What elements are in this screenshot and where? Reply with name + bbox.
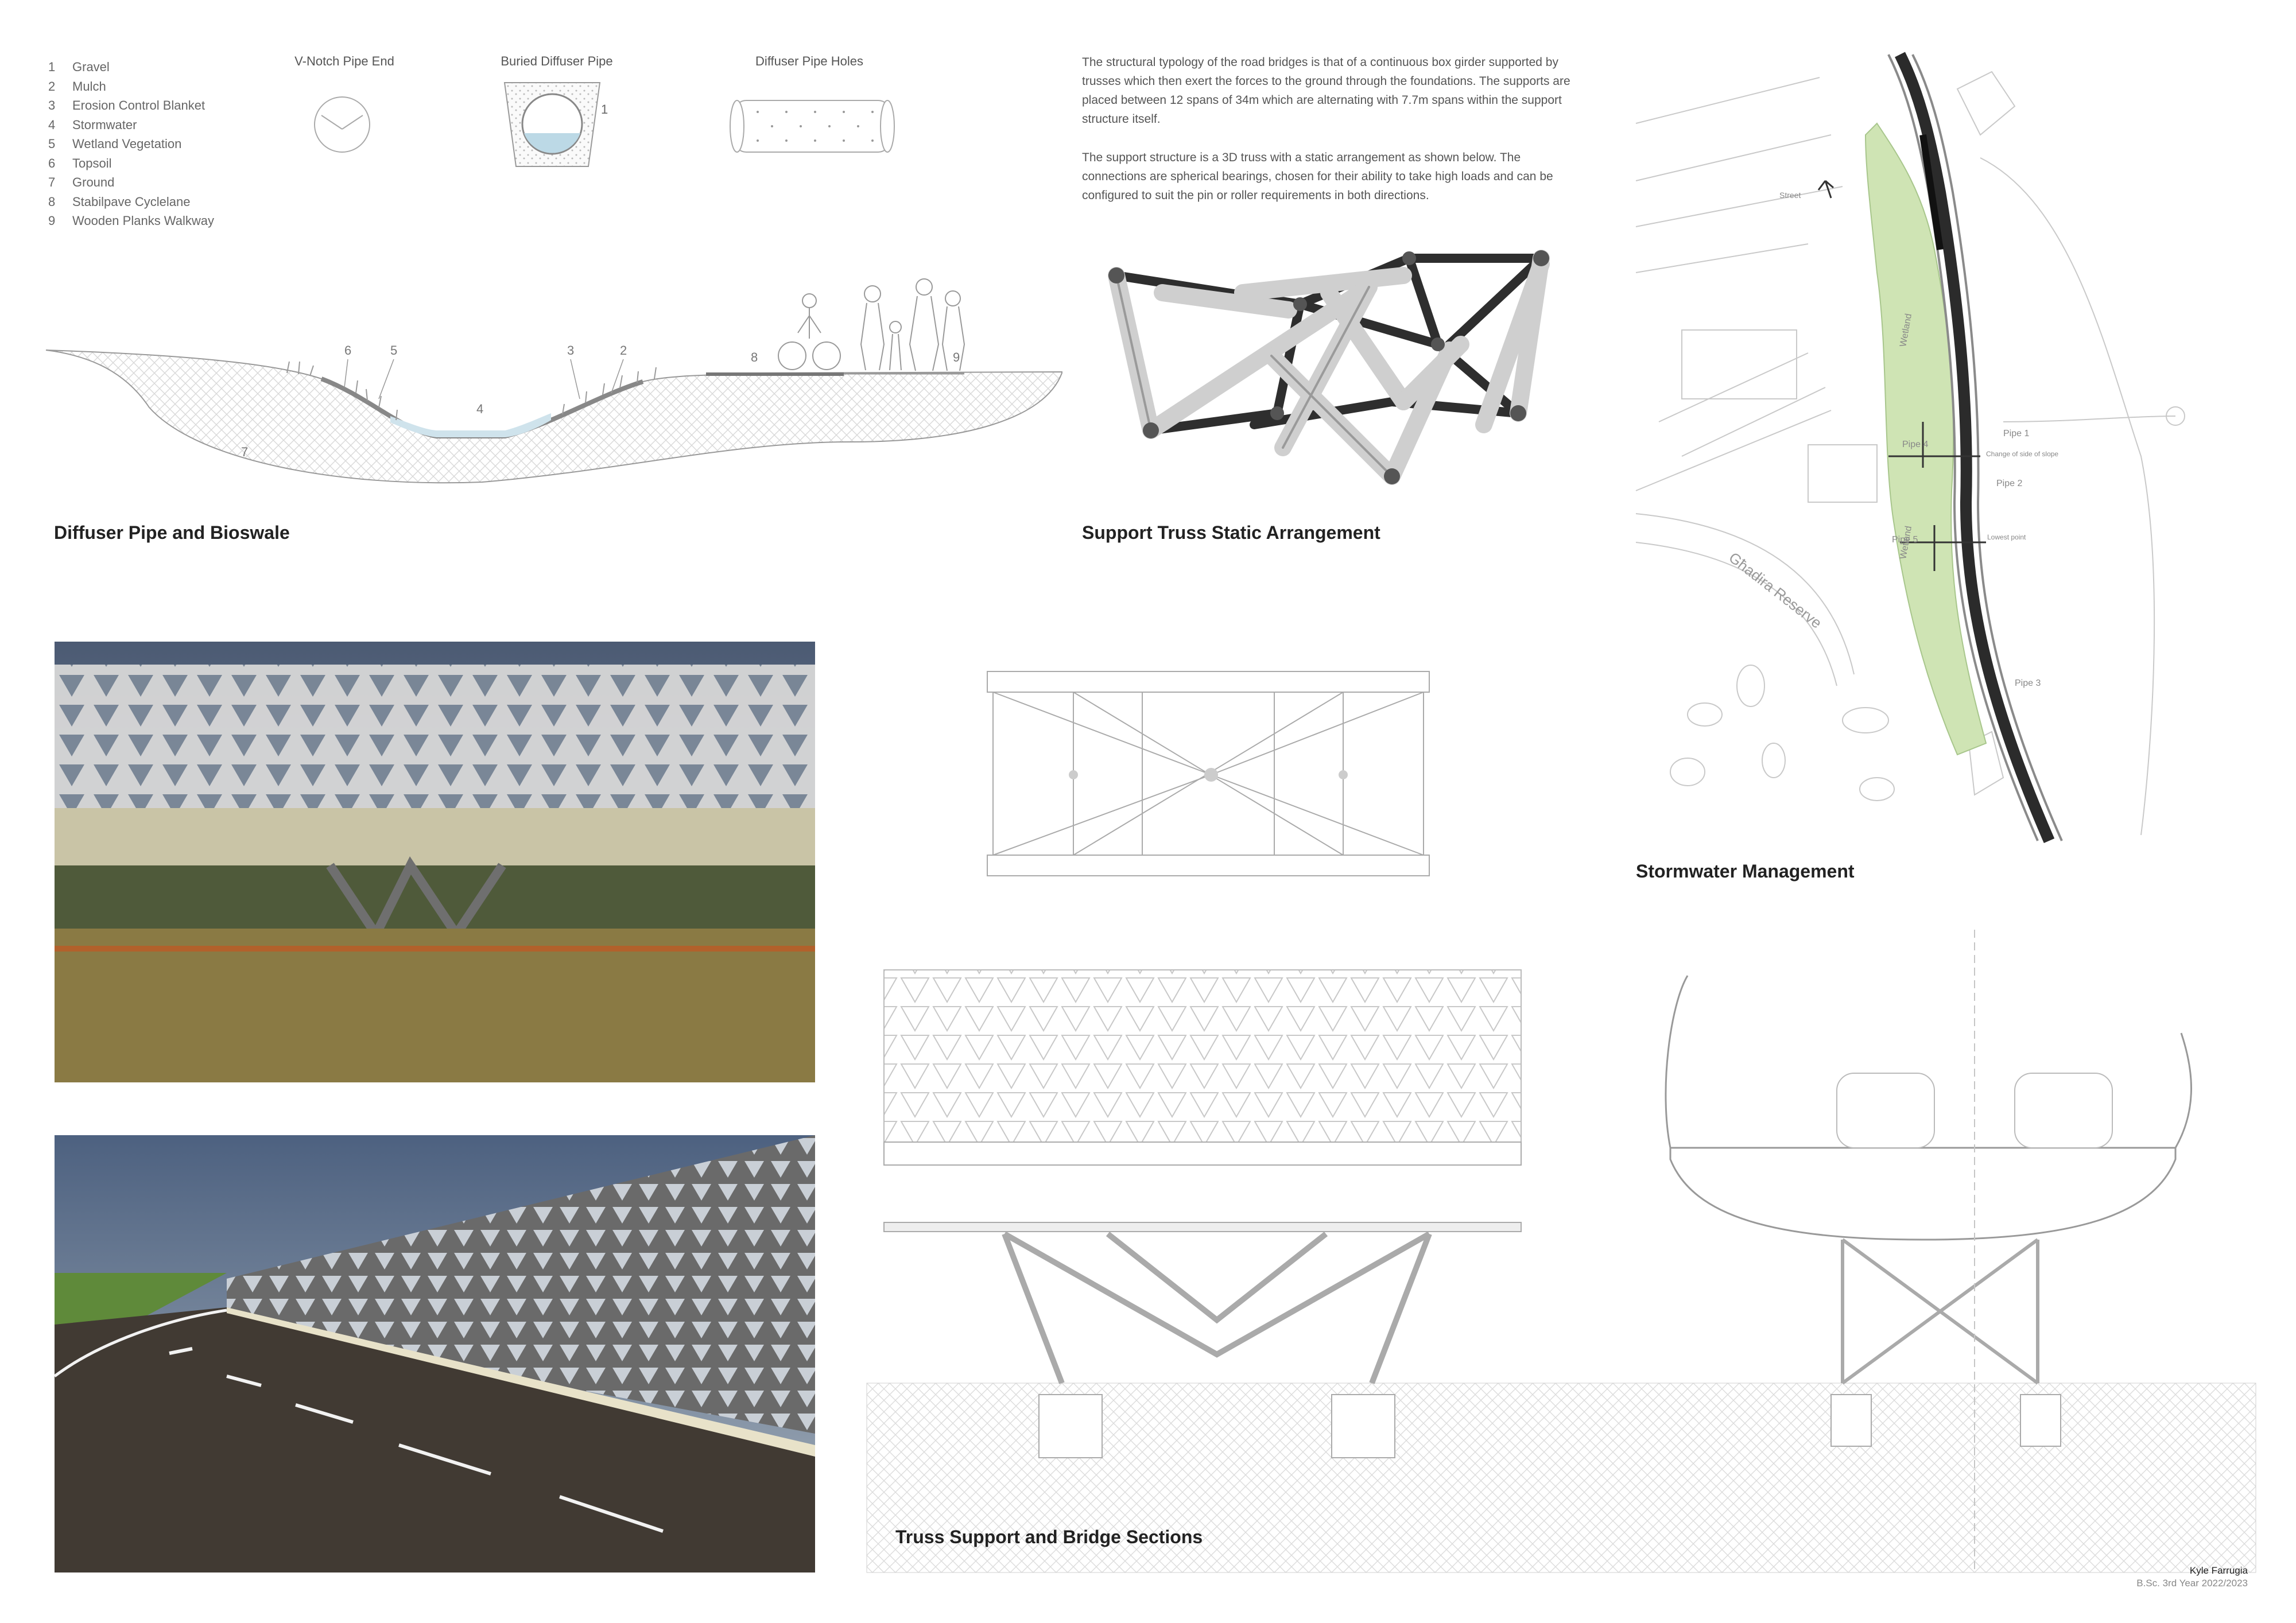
- bridge-render-perspective: [53, 1135, 815, 1572]
- stormwater-title: Stormwater Management: [1636, 861, 1855, 882]
- map-lowest-point: Lowest point: [1987, 533, 2026, 541]
- author-name: Kyle Farrugia: [2189, 1565, 2248, 1576]
- callout-9: 9: [953, 350, 960, 364]
- diffuser-title: Diffuser Pipe and Bioswale: [54, 522, 290, 543]
- sections-title: Truss Support and Bridge Sections: [895, 1527, 1203, 1547]
- truss-title: Support Truss Static Arrangement: [1082, 522, 1380, 543]
- bridge-render-elevation: [55, 642, 815, 1082]
- map-pipe-2: Pipe 2: [1996, 479, 2022, 488]
- description-p2: The support structure is a 3D truss with…: [1082, 151, 1553, 202]
- map-street: Street: [1779, 191, 1801, 200]
- support-truss-3d: [1108, 250, 1550, 485]
- pipe-holes-title: Diffuser Pipe Holes: [755, 54, 863, 68]
- callout-6: 6: [344, 343, 351, 358]
- map-slope-note: Change of side of slope: [1986, 450, 2058, 458]
- buried-pipe-drawing: 1: [503, 82, 608, 167]
- car-icon: [1836, 1073, 1935, 1148]
- callout-8: 8: [751, 350, 758, 364]
- callout-5: 5: [390, 343, 397, 358]
- legend-item: 2 Mulch: [48, 79, 106, 94]
- map-pipe-5: Pipe 5: [1892, 535, 1918, 545]
- car-icon: [2014, 1073, 2113, 1148]
- buried-pipe-title: Buried Diffuser Pipe: [501, 54, 613, 68]
- legend-item: 7 Ground: [48, 175, 115, 189]
- author-credit: Kyle Farrugia B.Sc. 3rd Year 2022/2023: [2136, 1564, 2248, 1590]
- truss-elevation-drawing: [987, 671, 1430, 876]
- pipe-holes-drawing: [730, 100, 895, 153]
- legend-item: 3 Erosion Control Blanket: [48, 98, 205, 112]
- vnotch-pipe-drawing: [314, 96, 370, 153]
- bridge-sections: [866, 930, 2256, 1573]
- callout-3: 3: [567, 343, 574, 358]
- buried-pipe-callout: 1: [601, 102, 608, 117]
- map-pipe-4: Pipe 4: [1902, 440, 1928, 449]
- legend-item: 4 Stormwater: [48, 117, 137, 132]
- callout-7: 7: [241, 445, 248, 459]
- bioswale-section: 6 5 3 2 4 7 8 9: [45, 278, 1062, 484]
- description-p1: The structural typology of the road brid…: [1082, 56, 1570, 126]
- material-legend: 1 Gravel 2 Mulch 3 Erosion Control Blanket …: [48, 57, 289, 231]
- legend-item: 5 Wetland Vegetation: [48, 137, 182, 151]
- map-pipe-1: Pipe 1: [2003, 429, 2029, 438]
- legend-item: 6 Topsoil: [48, 156, 112, 170]
- legend-item: 8 Stabilpave Cyclelane: [48, 194, 191, 209]
- callout-4: 4: [476, 402, 483, 416]
- author-course: B.Sc. 3rd Year 2022/2023: [2136, 1578, 2248, 1589]
- legend-item: 1 Gravel: [48, 60, 110, 74]
- callout-2: 2: [620, 343, 627, 358]
- stormwater-map: Wetland Wetland Pipe 1 Pipe 2 Pipe 3 Pip…: [1635, 52, 2198, 843]
- legend-item: 9 Wooden Planks Walkway: [48, 213, 214, 228]
- map-pipe-3: Pipe 3: [2015, 678, 2041, 688]
- vnotch-title: V-Notch Pipe End: [294, 54, 394, 68]
